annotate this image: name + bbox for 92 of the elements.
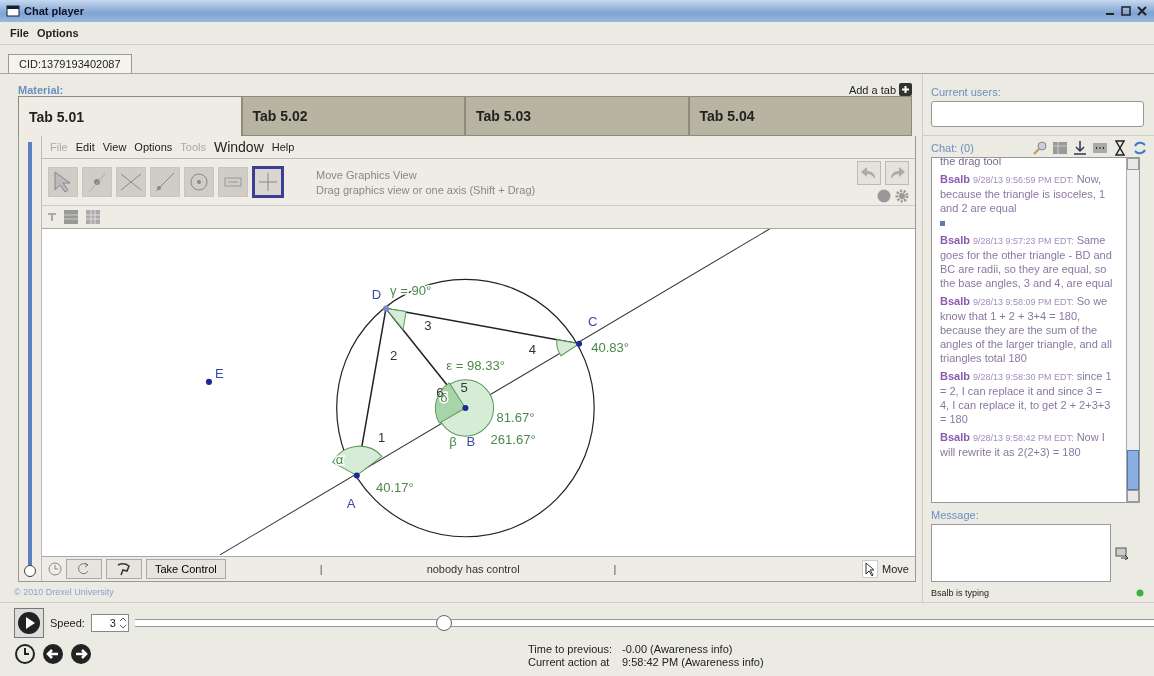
chat-message: Bsalb 9/28/13 9:58:42 PM EDT: Now I will rewrite it as 2(2+3) = 180 xyxy=(940,430,1106,459)
forward-icon[interactable] xyxy=(70,643,92,665)
add-tab-label[interactable]: Add a tab xyxy=(848,83,896,96)
message-label: Message: xyxy=(931,509,980,521)
speed-label: Speed: xyxy=(50,617,85,629)
angle-label: ε = 98.33° xyxy=(446,357,505,373)
window-icon xyxy=(6,5,20,17)
segment-label: 2 xyxy=(390,347,398,363)
chat-message: Bsalb 9/28/13 9:58:09 PM EDT: So we know that 1 + 2 + 3+4 = 180, because they are the sum of the angles of the larger triangle, and all triangles total 180 xyxy=(940,294,1113,365)
angle-label: α xyxy=(335,452,344,468)
segment-label: 3 xyxy=(424,317,432,333)
status-dot-icon xyxy=(1136,589,1144,597)
point xyxy=(382,305,389,312)
tool-icon xyxy=(153,170,177,194)
take-control-button[interactable]: Take Control xyxy=(146,559,226,579)
separator: | xyxy=(613,563,617,575)
mode-label: Move xyxy=(882,563,909,575)
lasso-icon xyxy=(115,562,133,576)
send-icon[interactable] xyxy=(1115,546,1129,560)
menu-item[interactable]: Options xyxy=(36,27,79,39)
chat-text: the drag tool xyxy=(940,158,1003,168)
back-icon[interactable] xyxy=(42,643,64,665)
settings-icon[interactable] xyxy=(895,189,909,203)
material-tab[interactable]: Tab 5.03 xyxy=(465,96,689,136)
separator: | xyxy=(319,563,323,575)
angle-label: 81.67° xyxy=(496,410,535,426)
hourglass-icon[interactable] xyxy=(1112,140,1128,156)
menu-item[interactable]: Window xyxy=(213,139,264,155)
segment-label: 4 xyxy=(528,341,537,357)
point-label: D xyxy=(371,287,382,303)
info-value: 9:58:42 PM (Awareness info) xyxy=(621,656,764,669)
menu-item[interactable]: File xyxy=(10,27,29,39)
info-value: -0.00 (Awareness info) xyxy=(621,643,734,656)
chat-message: Bsalb 9/28/13 9:57:23 PM EDT: Same goes for the other triangle - BD and BC are radii, so they are equal, so the base angles, 3 and 4, are equal xyxy=(940,233,1114,290)
menu-item[interactable]: Help xyxy=(271,141,295,153)
speed-field[interactable]: 3 xyxy=(90,614,129,632)
slider-thumb[interactable] xyxy=(24,565,36,577)
clock-icon[interactable] xyxy=(14,643,36,665)
play-button[interactable] xyxy=(14,608,44,638)
point xyxy=(462,405,469,412)
cursor-icon[interactable] xyxy=(862,560,879,578)
segment-label: 1 xyxy=(377,430,386,446)
angle-label: γ = 90° xyxy=(390,283,432,299)
angle-label: β xyxy=(449,434,457,450)
plus-icon[interactable] xyxy=(899,83,912,96)
close-icon[interactable] xyxy=(1136,5,1148,17)
point xyxy=(353,472,360,479)
window-title: Chat player xyxy=(24,5,84,17)
tool-button[interactable] xyxy=(252,166,284,198)
tool-icon xyxy=(187,170,211,194)
bullet-icon xyxy=(940,221,945,226)
angle-label: 40.17° xyxy=(375,480,414,496)
dots-icon[interactable] xyxy=(1092,140,1108,156)
users-label: Current users: xyxy=(931,86,1002,98)
point-label: E xyxy=(215,365,224,381)
material-tab[interactable]: Tab 5.01 xyxy=(18,96,242,136)
point-label: B xyxy=(466,434,476,450)
material-label: Material: xyxy=(17,84,64,96)
menu-item[interactable]: Edit xyxy=(75,141,95,153)
point-label: C xyxy=(588,313,598,329)
slider-thumb[interactable] xyxy=(435,615,452,631)
session-tab[interactable]: CID:1379193402087 xyxy=(8,54,132,73)
refresh-icon[interactable] xyxy=(1132,140,1148,156)
point xyxy=(576,340,583,347)
spinner-arrows-icon[interactable] xyxy=(117,616,128,630)
point-label: A xyxy=(346,495,356,511)
chat-message: Bsalb 9/28/13 9:56:59 PM EDT: Now, because the triangle is isoceles, 1 and 2 are equal xyxy=(940,172,1107,215)
typing-status: Bsalb is typing xyxy=(931,588,990,598)
search-icon[interactable] xyxy=(1032,140,1048,156)
angle-label: 261.67° xyxy=(490,432,536,448)
download-icon[interactable] xyxy=(1072,140,1088,156)
lasso-button[interactable] xyxy=(106,559,142,579)
copyright: © 2010 Drexel University xyxy=(14,587,114,597)
point xyxy=(205,378,212,385)
scrollbar[interactable] xyxy=(1126,158,1139,502)
menu-item[interactable]: Options xyxy=(134,141,173,153)
tool-hint: Drag graphics view or one axis (Shift + Drag) xyxy=(316,183,536,196)
maximize-icon[interactable] xyxy=(1120,5,1132,17)
tool-title: Move Graphics View xyxy=(316,168,418,181)
play-icon xyxy=(17,611,41,635)
menu-item[interactable]: View xyxy=(102,141,127,153)
material-tab[interactable]: Tab 5.02 xyxy=(241,96,465,136)
chat-label: Chat: (0) xyxy=(931,142,974,154)
control-status: nobody has control xyxy=(426,563,520,575)
angle-label: 40.83° xyxy=(591,339,630,355)
segment-label: 5 xyxy=(460,379,468,395)
message-field[interactable] xyxy=(931,524,1111,582)
tool-icon xyxy=(256,170,280,194)
info-label: Current action at xyxy=(528,656,611,669)
material-tab[interactable]: Tab 5.04 xyxy=(688,96,912,136)
info-label: Time to previous: xyxy=(528,643,612,656)
chat-message: Bsalb 9/28/13 9:58:30 PM EDT: since 1 = 2, I can replace it and since 3 = 4, I can replace it, to get 2 + 2+3+3 = 180 xyxy=(940,369,1113,426)
